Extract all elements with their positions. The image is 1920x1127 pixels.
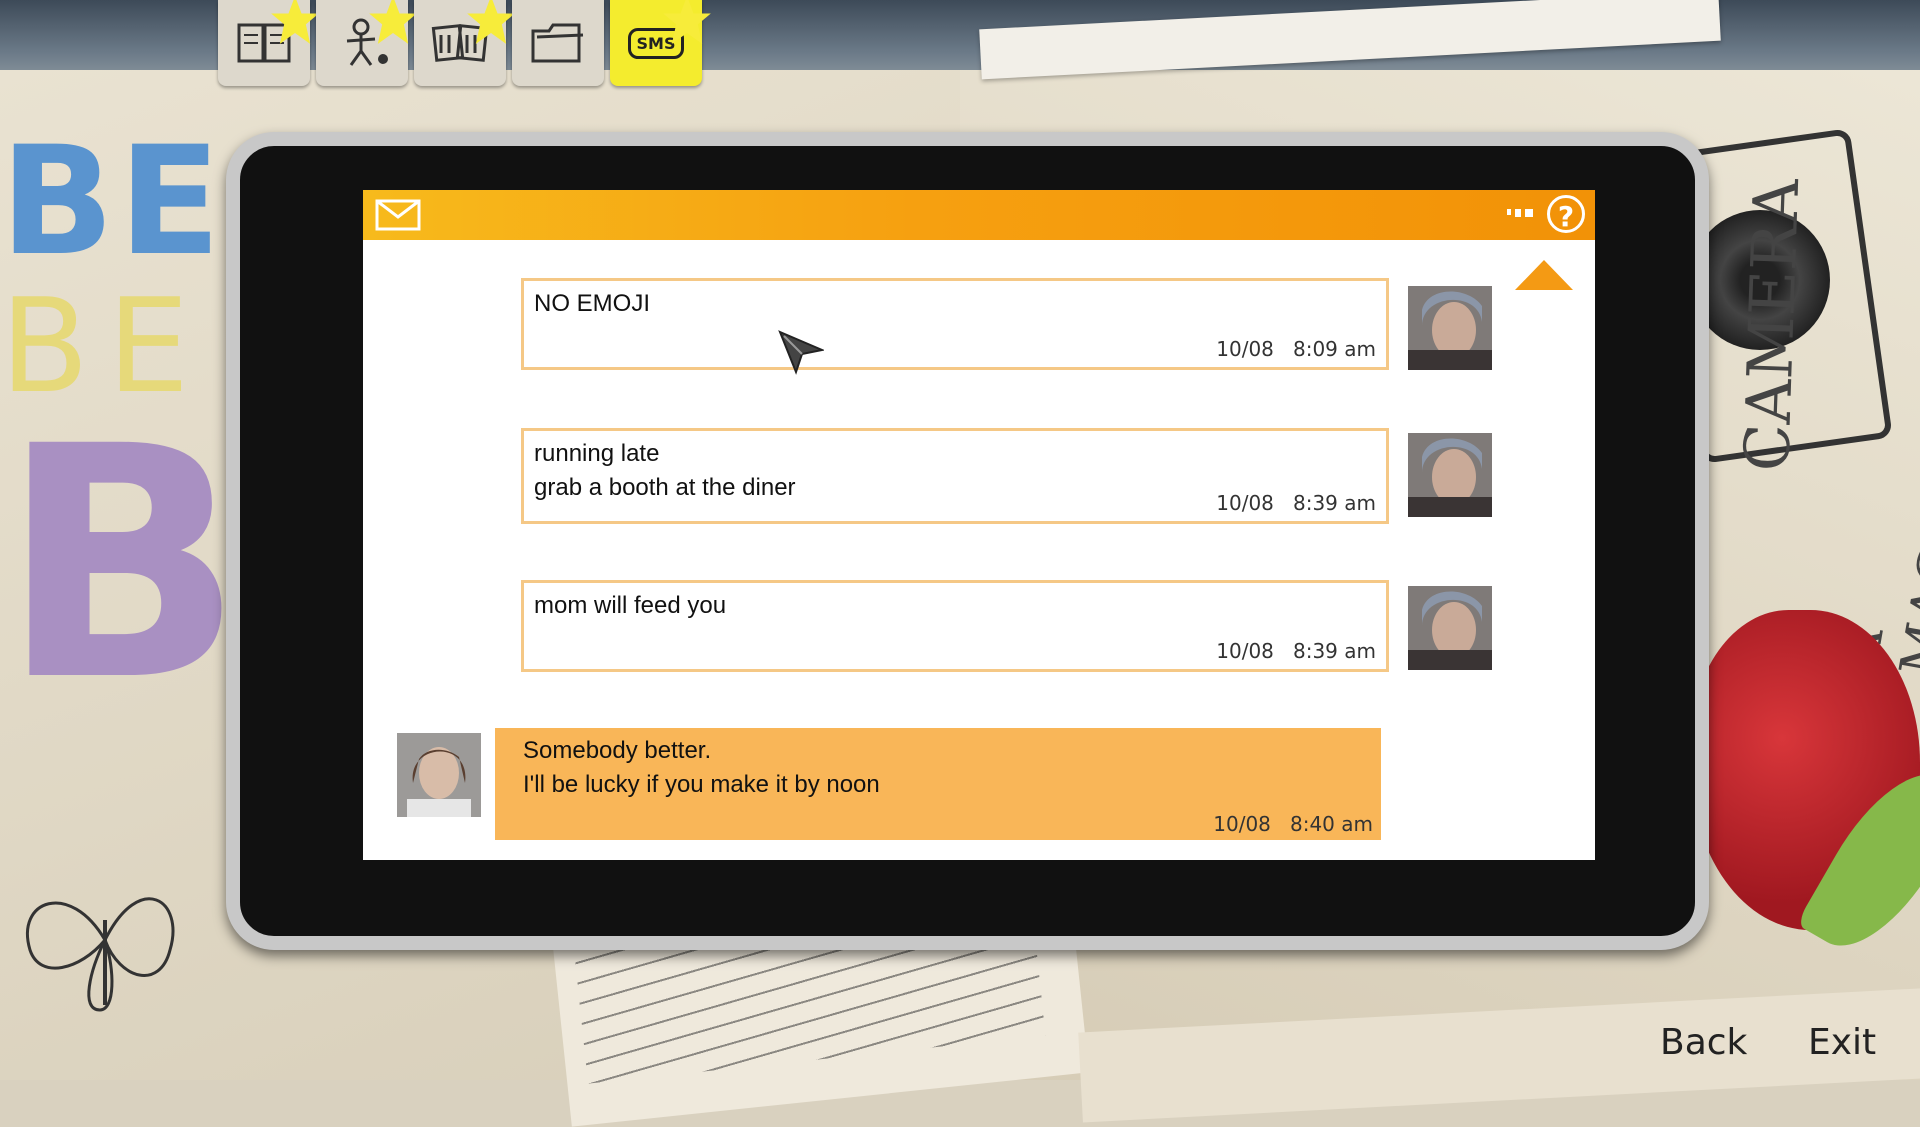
avatar-chloe (1408, 286, 1492, 370)
exit-button[interactable]: Exit (1808, 1022, 1876, 1063)
journal-tabs: SMS (218, 0, 711, 92)
phone-screen: ? NO EMOJI 10/08 8:09 am running late gr… (363, 190, 1595, 860)
avatar-chloe (1408, 586, 1492, 670)
tab-sms[interactable]: SMS (610, 0, 711, 86)
background-lettering: BE (0, 115, 225, 289)
envelope-icon (375, 199, 421, 231)
tab-characters[interactable] (316, 0, 417, 86)
message-text: running late grab a booth at the diner (534, 440, 796, 501)
star-icon (663, 0, 711, 44)
message-timestamp: 10/08 8:40 am (1213, 812, 1373, 836)
message-bubble-outgoing: Somebody better. I'll be lucky if you ma… (495, 728, 1381, 840)
message-timestamp: 10/08 8:09 am (1216, 337, 1376, 361)
message-bubble-incoming: mom will feed you 10/08 8:39 am (521, 580, 1389, 672)
scroll-up-arrow-icon[interactable] (1515, 260, 1573, 290)
butterfly-drawing (26, 897, 175, 1012)
sms-header-bar: ? (363, 190, 1595, 240)
signal-dots-icon (1507, 209, 1533, 217)
tab-journal[interactable] (218, 0, 319, 86)
back-button[interactable]: Back (1660, 1022, 1747, 1063)
message-timestamp: 10/08 8:39 am (1216, 491, 1376, 515)
cursor-icon (778, 330, 824, 375)
message-bubble-incoming: NO EMOJI 10/08 8:09 am (521, 278, 1389, 370)
message-text: mom will feed you (534, 592, 727, 619)
message-text: NO EMOJI (534, 290, 651, 317)
tab-photos[interactable] (414, 0, 515, 86)
help-icon[interactable]: ? (1547, 195, 1585, 233)
folder-icon (531, 23, 584, 63)
message-bubble-incoming: running late grab a booth at the diner 1… (521, 428, 1389, 524)
message-text: Somebody better. I'll be lucky if you ma… (523, 737, 880, 798)
tab-collectibles[interactable] (512, 0, 604, 86)
background-lettering: CAMERA (1730, 177, 1814, 473)
message-timestamp: 10/08 8:39 am (1216, 639, 1376, 663)
avatar-chloe (1408, 433, 1492, 517)
avatar-max (397, 733, 481, 817)
